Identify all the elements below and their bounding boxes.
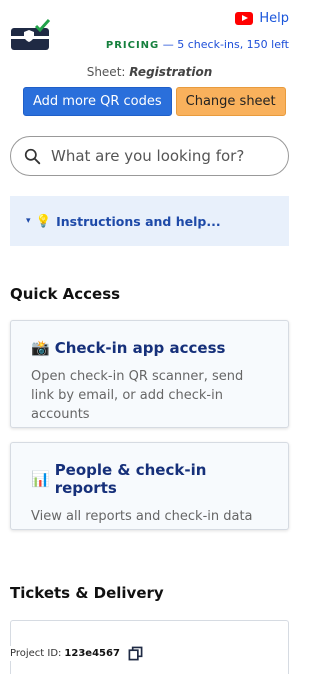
action-buttons: Add more QR codes Change sheet <box>23 87 286 116</box>
search-input[interactable] <box>51 147 271 165</box>
card-description: View all reports and check-in data <box>31 509 253 524</box>
tickets-delivery-heading: Tickets & Delivery <box>10 584 164 602</box>
card-description: Open check-in QR scanner, send link by e… <box>31 369 244 422</box>
project-id: 123e4567 <box>64 648 120 659</box>
bar-chart-icon: 📊 <box>31 470 50 488</box>
checkin-app-card[interactable]: 📸 Check-in app access Open check-in QR s… <box>10 320 289 428</box>
pricing-label: PRICING <box>105 40 160 51</box>
search-bar[interactable] <box>10 136 289 176</box>
change-sheet-button[interactable]: Change sheet <box>175 87 286 116</box>
pricing-detail: — 5 check-ins, 150 left <box>162 38 289 51</box>
sheet-name: Registration <box>129 65 213 79</box>
instructions-label: Instructions and help... <box>56 213 221 229</box>
reports-card[interactable]: 📊 People & check-in reports View all rep… <box>10 442 289 530</box>
project-label: Project ID: <box>10 648 62 659</box>
quick-access-heading: Quick Access <box>10 285 121 303</box>
search-icon <box>24 148 41 164</box>
card-title: Check-in app access <box>54 339 226 357</box>
sheet-prefix: Sheet: <box>86 65 126 79</box>
youtube-icon <box>235 12 254 25</box>
instructions-toggle[interactable]: ▾ 💡 Instructions and help... <box>10 196 289 246</box>
pricing-info[interactable]: PRICING — 5 check-ins, 150 left <box>106 38 289 51</box>
app-logo <box>10 18 52 52</box>
lightbulb-icon: 💡 <box>35 213 52 228</box>
chevron-down-icon: ▾ <box>26 216 31 226</box>
camera-icon: 📸 <box>31 339 50 357</box>
project-id-bar: Project ID: 123e4567 <box>10 646 143 661</box>
card-title: People & check-in reports <box>54 461 207 497</box>
current-sheet: Sheet: Registration <box>0 65 299 79</box>
add-qr-codes-button[interactable]: Add more QR codes <box>23 87 172 116</box>
help-link[interactable]: Help <box>235 11 289 26</box>
help-label: Help <box>259 11 289 26</box>
copy-icon[interactable] <box>128 646 143 661</box>
